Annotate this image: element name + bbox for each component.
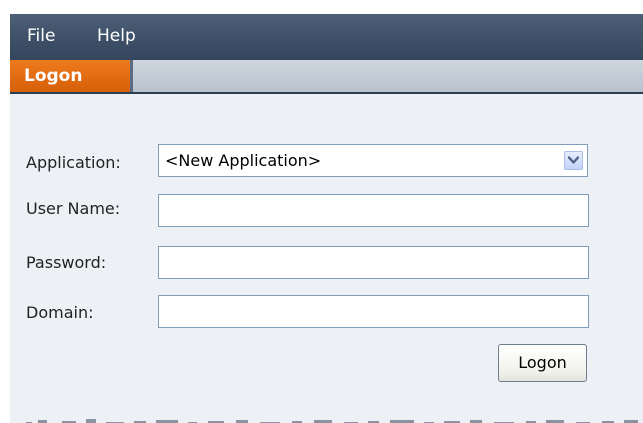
logon-window: File Help Logon Application: <New Applic…: [10, 14, 643, 423]
application-select[interactable]: <New Application>: [158, 144, 588, 177]
tab-strip: Logon: [10, 60, 643, 94]
chevron-down-icon[interactable]: [564, 151, 583, 170]
menu-help[interactable]: Help: [97, 24, 136, 48]
menu-file[interactable]: File: [27, 24, 55, 48]
tab-logon-label: Logon: [24, 66, 83, 86]
application-selected-value: <New Application>: [165, 151, 322, 170]
cropped-text-fragment: [10, 412, 643, 423]
application-label: Application:: [26, 153, 121, 172]
password-label: Password:: [26, 253, 107, 272]
domain-label: Domain:: [26, 303, 94, 322]
user-name-label: User Name:: [26, 199, 121, 218]
logon-button[interactable]: Logon: [498, 344, 587, 382]
tab-logon[interactable]: Logon: [10, 60, 133, 92]
user-name-field[interactable]: [158, 194, 589, 227]
password-field[interactable]: [158, 246, 589, 279]
menu-bar: File Help: [10, 14, 643, 60]
domain-field[interactable]: [158, 295, 589, 328]
